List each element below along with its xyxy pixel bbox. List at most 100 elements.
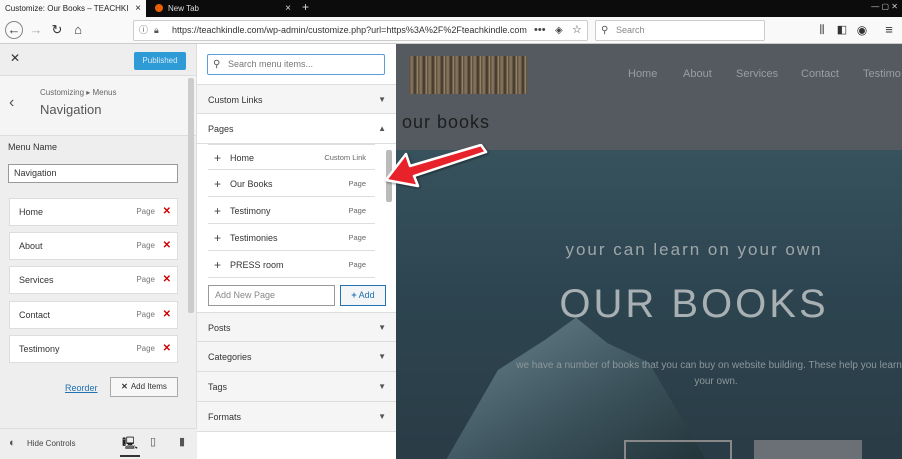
reload-icon[interactable]: ↻ xyxy=(48,21,66,39)
menu-item[interactable]: Home Page ✕ xyxy=(9,198,178,226)
section-posts[interactable]: Posts ▼ xyxy=(197,312,396,342)
bookmark-star-icon[interactable]: ☆ xyxy=(572,21,582,40)
section-label: Posts xyxy=(208,323,231,333)
publish-button[interactable]: Published xyxy=(134,52,186,70)
section-pages[interactable]: Pages ▲ xyxy=(197,114,396,144)
url-text: https://teachkindle.com/wp-admin/customi… xyxy=(172,25,527,35)
home-icon[interactable]: ⌂ xyxy=(69,21,87,39)
menu-name-field[interactable]: Navigation xyxy=(8,164,178,183)
section-categories[interactable]: Categories ▼ xyxy=(197,342,396,372)
page-item-label: Testimonies xyxy=(230,233,278,243)
menu-item-label: Contact xyxy=(19,310,51,320)
hide-controls-label[interactable]: Hide Controls xyxy=(27,439,75,448)
new-page-input[interactable]: Add New Page xyxy=(208,285,335,306)
section-formats[interactable]: Formats ▼ xyxy=(197,402,396,432)
close-icon[interactable]: ✕ xyxy=(10,51,20,65)
add-label: Add xyxy=(358,290,375,300)
pocket-icon[interactable]: ◈ xyxy=(555,21,563,40)
preview-nav-item[interactable]: Home xyxy=(628,68,657,80)
section-label: Custom Links xyxy=(208,95,263,105)
hero-headline: OUR BOOKS xyxy=(559,282,829,326)
page-actions-icon[interactable]: ••• xyxy=(534,21,546,40)
section-label: Categories xyxy=(208,352,252,362)
page-item-label: Testimony xyxy=(230,206,271,216)
hero-button[interactable] xyxy=(624,440,732,459)
library-icon[interactable]: ⫼ xyxy=(813,21,831,39)
menu-item-label: Home xyxy=(19,207,44,217)
preview-nav-item[interactable]: Services xyxy=(736,68,778,80)
new-tab-icon[interactable]: + xyxy=(302,0,309,15)
window-controls[interactable]: — ▢ ✕ xyxy=(858,2,898,14)
preview-nav-item[interactable]: Contact xyxy=(801,68,839,80)
breadcrumb: Customizing ▸ Menus xyxy=(40,88,117,97)
mobile-preview-icon[interactable]: ▮ xyxy=(179,435,185,448)
lock-icon: 🔒︎ xyxy=(154,25,159,35)
page-item-type: Custom Link xyxy=(324,153,366,162)
delete-icon[interactable]: ✕ xyxy=(163,336,171,362)
caret-down-icon: ▼ xyxy=(378,323,386,332)
close-tab-icon[interactable]: × xyxy=(285,0,291,17)
menu-item-type: Page xyxy=(136,344,155,353)
delete-icon[interactable]: ✕ xyxy=(163,267,171,293)
menu-item[interactable]: Services Page ✕ xyxy=(9,266,178,294)
url-bar[interactable]: ⓘ 🔒︎ https://teachkindle.com/wp-admin/cu… xyxy=(133,20,588,41)
add-items-label: Add Items xyxy=(130,382,167,391)
customizer-sidebar: ✕ Published ‹ Customizing ▸ Menus Naviga… xyxy=(0,44,197,459)
back-chevron-icon[interactable]: ‹ xyxy=(9,94,14,112)
section-custom-links[interactable]: Custom Links ▼ xyxy=(197,84,396,114)
page-item-type: Page xyxy=(348,260,366,269)
info-icon[interactable]: ⓘ xyxy=(139,21,148,40)
page-item-type: Page xyxy=(348,206,366,215)
section-label: Formats xyxy=(208,412,242,422)
menu-items-search-input[interactable]: ⚲ Search menu items... xyxy=(207,54,385,75)
caret-down-icon: ▼ xyxy=(378,412,386,421)
section-label: Tags xyxy=(208,382,228,392)
delete-icon[interactable]: ✕ xyxy=(163,302,171,328)
hide-controls-icon[interactable]: ◐ xyxy=(9,437,16,449)
menu-item[interactable]: Testimony Page ✕ xyxy=(9,335,178,363)
add-page-button[interactable]: + Add xyxy=(340,285,386,306)
delete-icon[interactable]: ✕ xyxy=(163,233,171,259)
menu-item-type: Page xyxy=(136,310,155,319)
page-item-type: Page xyxy=(348,233,366,242)
site-logo[interactable] xyxy=(409,56,527,94)
page-item[interactable]: + PRESS room Page xyxy=(208,252,375,278)
page-item[interactable]: + Testimony Page xyxy=(208,198,375,224)
preview-nav-item[interactable]: Testimo xyxy=(863,68,901,80)
section-tags[interactable]: Tags ▼ xyxy=(197,372,396,402)
close-icon: ✕ xyxy=(121,382,128,391)
menu-item[interactable]: Contact Page ✕ xyxy=(9,301,178,329)
page-item[interactable]: + Testimonies Page xyxy=(208,225,375,251)
caret-down-icon: ▼ xyxy=(378,352,386,361)
delete-icon[interactable]: ✕ xyxy=(163,199,171,225)
tab-new[interactable]: New Tab × xyxy=(150,0,296,17)
reorder-link[interactable]: Reorder xyxy=(65,383,98,393)
close-tab-icon[interactable]: × xyxy=(135,0,141,17)
hero-button[interactable] xyxy=(754,440,862,459)
customizer-footer: ◐ Hide Controls 🖳︎ ▯ ▮ xyxy=(0,428,197,459)
plus-icon: + xyxy=(214,177,222,191)
plus-icon: + xyxy=(351,290,357,300)
sidebar-icon[interactable]: ◧ xyxy=(833,21,851,39)
back-icon[interactable]: ← xyxy=(5,21,23,39)
menu-item-type: Page xyxy=(136,241,155,250)
plus-icon: + xyxy=(214,231,222,245)
page-item[interactable]: + Home Custom Link xyxy=(208,144,375,170)
page-item[interactable]: + Our Books Page xyxy=(208,171,375,197)
tablet-preview-icon[interactable]: ▯ xyxy=(150,435,156,448)
tab-title: New Tab xyxy=(168,4,199,13)
menu-item-type: Page xyxy=(136,207,155,216)
preview-nav-item[interactable]: About xyxy=(683,68,712,80)
menu-icon[interactable]: ≡ xyxy=(880,21,898,39)
sidebar-scrollbar[interactable] xyxy=(188,78,194,313)
menu-item[interactable]: About Page ✕ xyxy=(9,232,178,260)
add-items-button[interactable]: ✕ Add Items xyxy=(110,377,178,397)
forward-icon[interactable]: → xyxy=(27,21,45,39)
tab-customize[interactable]: Customize: Our Books – TEACHKI × xyxy=(0,0,146,17)
search-input[interactable]: ⚲ Search xyxy=(595,20,765,41)
section-title: Navigation xyxy=(40,102,102,117)
desktop-preview-icon[interactable]: 🖳︎ xyxy=(120,434,141,457)
tab-title: Customize: Our Books – TEACHKI xyxy=(5,4,129,13)
account-icon[interactable]: ◉ xyxy=(853,21,871,39)
hero-description: we have a number of books that you can b… xyxy=(516,360,902,387)
